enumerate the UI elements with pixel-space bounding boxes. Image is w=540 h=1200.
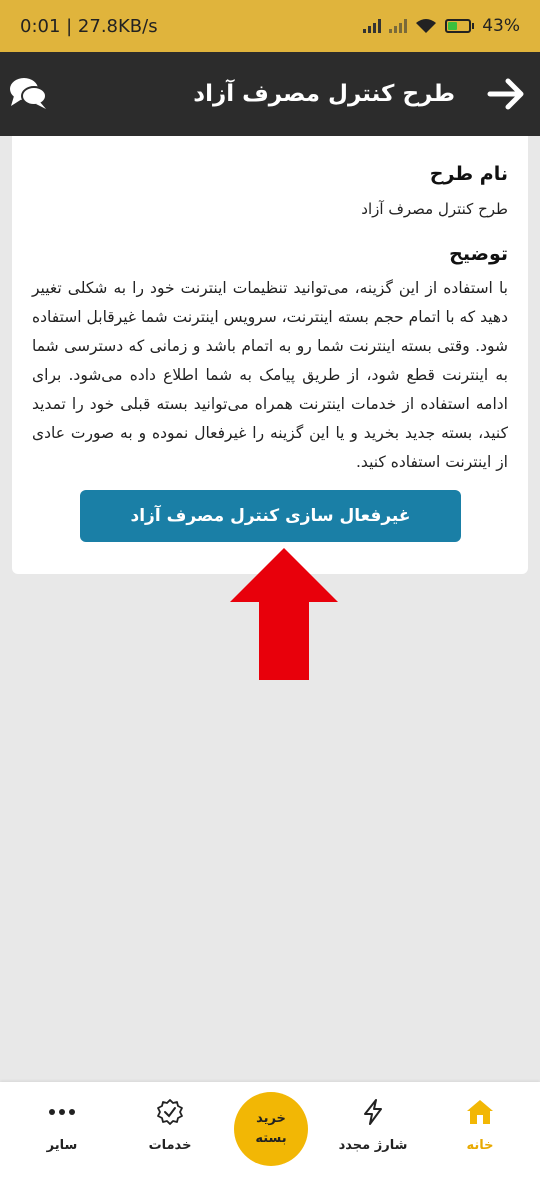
buy-package-button[interactable]: خرید بسته bbox=[234, 1092, 308, 1166]
status-bar: 0:01 | 27.8KB/s 43% bbox=[0, 0, 540, 52]
buy-package-line1: خرید bbox=[256, 1111, 286, 1126]
deactivate-button[interactable]: غیرفعال سازی کنترل مصرف آزاد bbox=[80, 490, 461, 542]
nav-item-services[interactable]: خدمات bbox=[120, 1082, 220, 1180]
plan-card: نام طرح طرح کنترل مصرف آزاد توضیح با است… bbox=[12, 136, 528, 574]
nav-label-more: سایر bbox=[46, 1138, 78, 1153]
nav-label-services: خدمات bbox=[148, 1138, 192, 1153]
wifi-icon bbox=[416, 19, 437, 33]
arrow-right-icon[interactable] bbox=[486, 74, 526, 114]
chat-bubbles-icon[interactable] bbox=[8, 76, 48, 112]
red-up-arrow-icon bbox=[230, 548, 338, 680]
plan-name-value: طرح کنترل مصرف آزاد bbox=[361, 200, 508, 218]
signal-icon bbox=[363, 19, 382, 33]
status-time-speed: 0:01 | 27.8KB/s bbox=[20, 15, 158, 37]
nav-label-home: خانه bbox=[466, 1138, 494, 1153]
more-dots-icon bbox=[49, 1109, 75, 1115]
status-icons: 43% bbox=[363, 16, 520, 36]
plan-name-label: نام طرح bbox=[429, 163, 508, 185]
battery-icon bbox=[445, 19, 475, 33]
page-title: طرح کنترل مصرف آزاد bbox=[193, 81, 455, 107]
home-indicator bbox=[0, 1180, 540, 1200]
nav-item-more[interactable]: سایر bbox=[12, 1082, 112, 1180]
description-label: توضیح bbox=[449, 243, 508, 265]
nav-label-recharge: شارژ مجدد bbox=[338, 1138, 408, 1153]
signal-2-icon bbox=[389, 19, 408, 33]
description-text: با استفاده از این گزینه، می‌توانید تنظیم… bbox=[32, 279, 508, 471]
badge-check-icon bbox=[157, 1099, 183, 1125]
battery-percent: 43% bbox=[482, 16, 520, 36]
buy-package-line2: بسته bbox=[255, 1131, 287, 1146]
nav-item-recharge[interactable]: شارژ مجدد bbox=[323, 1082, 423, 1180]
app-bar: طرح کنترل مصرف آزاد bbox=[0, 52, 540, 136]
lightning-icon bbox=[364, 1099, 382, 1125]
nav-item-home[interactable]: خانه bbox=[430, 1082, 530, 1180]
home-icon bbox=[467, 1100, 493, 1124]
